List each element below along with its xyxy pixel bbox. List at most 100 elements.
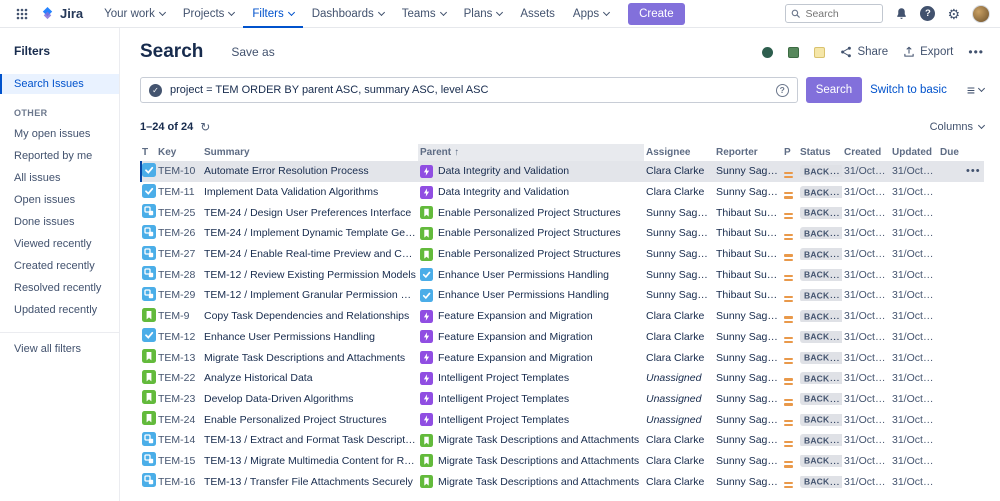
nav-item-projects[interactable]: Projects	[174, 0, 244, 28]
issue-key[interactable]: TEM-13	[156, 352, 202, 364]
col-header-updated[interactable]: Updated	[890, 147, 938, 158]
jql-help-icon[interactable]: ?	[776, 84, 789, 97]
sidebar-item-all-issues[interactable]: All issues	[0, 168, 119, 188]
issue-parent-link[interactable]: Enable Personalized Project Structures	[438, 248, 621, 260]
sidebar-item-view-all-filters[interactable]: View all filters	[0, 339, 119, 359]
issue-key[interactable]: TEM-11	[156, 186, 202, 198]
issue-parent-link[interactable]: Feature Expansion and Migration	[438, 352, 593, 364]
create-button[interactable]: Create	[628, 3, 685, 25]
sidebar-item-my-open-issues[interactable]: My open issues	[0, 124, 119, 144]
col-header-priority[interactable]: P	[782, 147, 798, 158]
user-avatar[interactable]	[972, 5, 990, 23]
sidebar-item-search-issues[interactable]: Search Issues	[0, 74, 119, 94]
columns-button[interactable]: Columns	[930, 121, 984, 133]
table-row[interactable]: TEM-12 Enhance User Permissions Handling…	[140, 327, 984, 348]
issue-key[interactable]: TEM-26	[156, 227, 202, 239]
issue-summary[interactable]: TEM-24 / Design User Preferences Interfa…	[202, 207, 418, 219]
issue-summary[interactable]: TEM-12 / Implement Granular Permission C…	[202, 289, 418, 301]
col-header-key[interactable]: Key	[156, 147, 202, 158]
issue-key[interactable]: TEM-16	[156, 476, 202, 488]
issue-parent-link[interactable]: Migrate Task Descriptions and Attachment…	[438, 434, 639, 446]
sidebar-item-created-recently[interactable]: Created recently	[0, 256, 119, 276]
issue-parent-link[interactable]: Feature Expansion and Migration	[438, 331, 593, 343]
table-row[interactable]: TEM-15 TEM-13 / Migrate Multimedia Conte…	[140, 451, 984, 472]
table-row[interactable]: TEM-23 Develop Data-Driven Algorithms In…	[140, 389, 984, 410]
table-row[interactable]: TEM-27 TEM-24 / Enable Real-time Preview…	[140, 244, 984, 265]
issue-key[interactable]: TEM-15	[156, 455, 202, 467]
col-header-due[interactable]: Due	[938, 147, 964, 158]
table-row[interactable]: TEM-11 Implement Data Validation Algorit…	[140, 182, 984, 203]
issue-parent-link[interactable]: Intelligent Project Templates	[438, 372, 569, 384]
issue-summary[interactable]: TEM-12 / Review Existing Permission Mode…	[202, 269, 418, 281]
nav-item-dashboards[interactable]: Dashboards	[303, 0, 393, 28]
share-button[interactable]: Share	[840, 46, 888, 58]
issue-key[interactable]: TEM-14	[156, 434, 202, 446]
issue-key[interactable]: TEM-12	[156, 331, 202, 343]
header-more-button[interactable]: •••	[968, 45, 984, 59]
issue-key[interactable]: TEM-10	[156, 165, 202, 177]
issue-parent-link[interactable]: Enhance User Permissions Handling	[438, 289, 609, 301]
nav-item-apps[interactable]: Apps	[564, 0, 618, 28]
row-more-button[interactable]: •••	[964, 165, 984, 177]
nav-item-assets[interactable]: Assets	[511, 0, 564, 28]
col-header-summary[interactable]: Summary	[202, 147, 418, 158]
issue-summary[interactable]: Enable Personalized Project Structures	[202, 414, 418, 426]
jql-query-input[interactable]: ✓ project = TEM ORDER BY parent ASC, sum…	[140, 77, 798, 103]
col-header-assignee[interactable]: Assignee	[644, 147, 714, 158]
issue-parent-link[interactable]: Data Integrity and Validation	[438, 186, 569, 198]
help-icon[interactable]: ?	[920, 6, 935, 21]
col-header-status[interactable]: Status	[798, 147, 842, 158]
issue-key[interactable]: TEM-28	[156, 269, 202, 281]
issue-parent-link[interactable]: Intelligent Project Templates	[438, 393, 569, 405]
issue-summary[interactable]: TEM-13 / Extract and Format Task Descrip…	[202, 434, 418, 446]
issue-parent-link[interactable]: Enable Personalized Project Structures	[438, 207, 621, 219]
issue-summary[interactable]: Analyze Historical Data	[202, 372, 418, 384]
sidebar-item-reported-by-me[interactable]: Reported by me	[0, 146, 119, 166]
search-button[interactable]: Search	[806, 77, 862, 103]
notifications-bell-icon[interactable]	[895, 7, 908, 20]
issue-parent-link[interactable]: Data Integrity and Validation	[438, 165, 569, 177]
issue-summary[interactable]: Enhance User Permissions Handling	[202, 331, 418, 343]
addon-icon-3[interactable]	[814, 47, 825, 58]
sidebar-item-resolved-recently[interactable]: Resolved recently	[0, 278, 119, 298]
global-search-input[interactable]	[805, 8, 875, 20]
table-row[interactable]: TEM-10 Automate Error Resolution Process…	[140, 161, 984, 182]
nav-item-your-work[interactable]: Your work	[95, 0, 174, 28]
col-header-created[interactable]: Created	[842, 147, 890, 158]
settings-gear-icon[interactable]: ⚙	[947, 7, 960, 21]
issue-parent-link[interactable]: Feature Expansion and Migration	[438, 310, 593, 322]
switch-to-basic-link[interactable]: Switch to basic	[870, 84, 947, 96]
app-switcher-icon[interactable]	[10, 8, 34, 20]
issue-key[interactable]: TEM-24	[156, 414, 202, 426]
issue-summary[interactable]: TEM-24 / Implement Dynamic Template Gene…	[202, 227, 418, 239]
jira-logo[interactable]: Jira	[36, 6, 93, 21]
issue-key[interactable]: TEM-29	[156, 289, 202, 301]
refresh-icon[interactable]: ↻	[200, 120, 210, 134]
detail-view-toggle[interactable]: ≡	[967, 82, 984, 98]
table-row[interactable]: TEM-29 TEM-12 / Implement Granular Permi…	[140, 285, 984, 306]
issue-key[interactable]: TEM-22	[156, 372, 202, 384]
issue-summary[interactable]: TEM-13 / Transfer File Attachments Secur…	[202, 476, 418, 488]
sidebar-item-updated-recently[interactable]: Updated recently	[0, 300, 119, 320]
export-button[interactable]: Export	[903, 46, 953, 58]
issue-key[interactable]: TEM-25	[156, 207, 202, 219]
issue-summary[interactable]: TEM-13 / Migrate Multimedia Content for …	[202, 455, 418, 467]
addon-icon-2[interactable]	[788, 47, 799, 58]
issue-key[interactable]: TEM-27	[156, 248, 202, 260]
table-row[interactable]: TEM-24 Enable Personalized Project Struc…	[140, 409, 984, 430]
issue-summary[interactable]: Automate Error Resolution Process	[202, 165, 418, 177]
issue-parent-link[interactable]: Intelligent Project Templates	[438, 414, 569, 426]
nav-item-teams[interactable]: Teams	[393, 0, 455, 28]
issue-summary[interactable]: Implement Data Validation Algorithms	[202, 186, 418, 198]
col-header-parent-sorted[interactable]: Parent ↑	[418, 144, 644, 161]
save-as-button[interactable]: Save as	[231, 45, 274, 59]
issue-summary[interactable]: Develop Data-Driven Algorithms	[202, 393, 418, 405]
table-row[interactable]: TEM-25 TEM-24 / Design User Preferences …	[140, 202, 984, 223]
table-row[interactable]: TEM-22 Analyze Historical Data Intellige…	[140, 368, 984, 389]
col-header-reporter[interactable]: Reporter	[714, 147, 782, 158]
table-row[interactable]: TEM-13 Migrate Task Descriptions and Att…	[140, 347, 984, 368]
issue-parent-link[interactable]: Enable Personalized Project Structures	[438, 227, 621, 239]
table-row[interactable]: TEM-28 TEM-12 / Review Existing Permissi…	[140, 264, 984, 285]
table-row[interactable]: TEM-16 TEM-13 / Transfer File Attachment…	[140, 471, 984, 492]
sidebar-item-viewed-recently[interactable]: Viewed recently	[0, 234, 119, 254]
